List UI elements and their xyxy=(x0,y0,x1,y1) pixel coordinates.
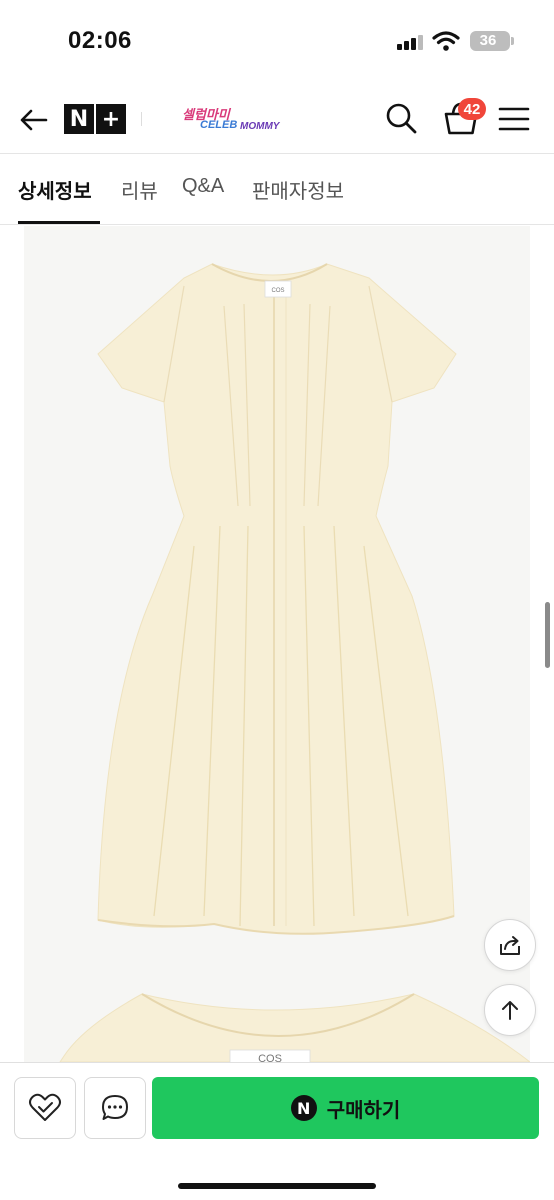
heart-check-icon xyxy=(29,1093,61,1121)
status-bar: 02:06 36 xyxy=(0,0,554,84)
buy-button[interactable]: N 구매하기 xyxy=(152,1077,539,1139)
header-divider xyxy=(141,112,142,126)
garment-label-text-2: COS xyxy=(258,1053,282,1062)
store-logo[interactable]: 셀럽마미 CELEB MOMMY xyxy=(178,104,279,138)
tab-qna[interactable]: Q&A xyxy=(182,175,224,198)
wifi-icon xyxy=(432,31,460,51)
home-indicator xyxy=(178,1183,376,1189)
garment-label-text: COS xyxy=(271,288,284,294)
chat-button[interactable] xyxy=(84,1077,146,1139)
logo-n: N xyxy=(64,104,94,134)
battery-level: 36 xyxy=(479,32,497,49)
tab-detail[interactable]: 상세정보 xyxy=(18,175,92,204)
back-arrow-icon[interactable] xyxy=(16,102,52,138)
bottom-action-bar: N 구매하기 xyxy=(0,1062,554,1200)
naver-plus-logo[interactable]: N + xyxy=(64,104,126,134)
buy-button-label: 구매하기 xyxy=(326,1099,401,1122)
product-tabs: 상세정보 리뷰 Q&A 판매자정보 xyxy=(0,155,554,225)
cart-count-badge: 42 xyxy=(458,98,486,120)
tab-review[interactable]: 리뷰 xyxy=(121,175,158,204)
status-time: 02:06 xyxy=(68,27,132,54)
scroll-top-button[interactable] xyxy=(484,984,536,1036)
menu-icon[interactable] xyxy=(498,104,530,134)
share-icon xyxy=(500,936,520,955)
arrow-up-icon xyxy=(502,1001,518,1020)
share-button[interactable] xyxy=(484,919,536,971)
signal-icon xyxy=(397,34,425,50)
active-tab-indicator xyxy=(18,221,100,224)
scrollbar[interactable] xyxy=(545,602,550,668)
battery-tip xyxy=(511,37,514,45)
product-image: COS COS xyxy=(24,226,530,1062)
wishlist-button[interactable] xyxy=(14,1077,76,1139)
store-logo-line3: MOMMY xyxy=(240,121,280,132)
chat-icon xyxy=(102,1095,128,1120)
logo-plus: + xyxy=(96,104,126,134)
battery-icon: 36 xyxy=(470,31,510,51)
dress-illustration: COS COS xyxy=(59,263,530,1062)
search-icon[interactable] xyxy=(384,101,418,135)
naver-pay-icon: N xyxy=(290,1095,317,1121)
store-logo-line2: CELEB xyxy=(200,119,238,131)
tab-seller-info[interactable]: 판매자정보 xyxy=(252,175,344,204)
